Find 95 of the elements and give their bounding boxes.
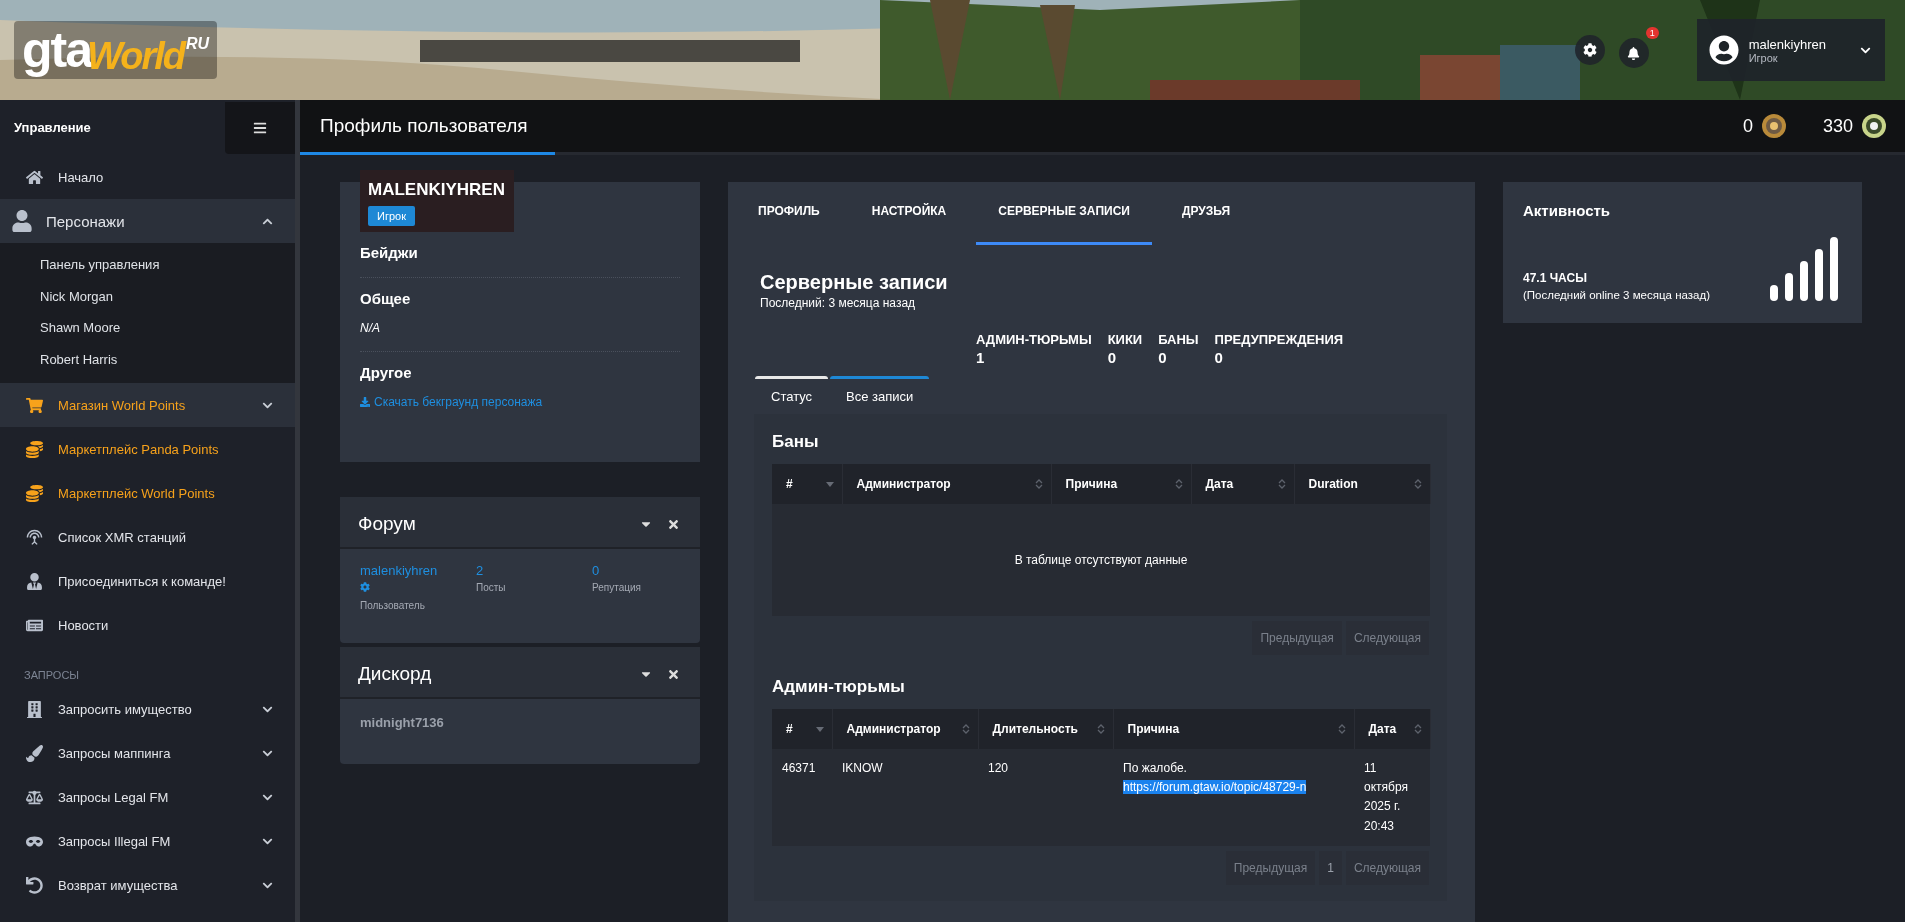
sidebar-subitem[interactable]: Nick Morgan xyxy=(0,280,295,312)
sort-icon xyxy=(1413,478,1422,490)
panda-coin-icon xyxy=(1861,113,1887,139)
pager-button[interactable]: Следующая xyxy=(1345,850,1429,885)
column-header[interactable]: # xyxy=(772,709,832,749)
table-title: Админ-тюрьмы xyxy=(772,676,906,698)
user-menu[interactable]: malenkiyhren Игрок xyxy=(1696,19,1885,81)
column-header[interactable]: # xyxy=(772,464,842,504)
user-icon xyxy=(12,210,32,232)
table-cell: 11 октября 2025 г. 20:43 xyxy=(1354,749,1430,846)
activity-hours: 47.1 ЧАСЫ xyxy=(1523,271,1588,285)
count-label: КИКИ xyxy=(1107,332,1143,347)
count-label: БАНЫ xyxy=(1158,332,1199,347)
records-title: Серверные записи xyxy=(760,271,949,294)
avatar-icon xyxy=(1708,35,1739,65)
balance-amount: 0 xyxy=(1742,115,1753,137)
sort-desc-icon xyxy=(825,481,834,487)
column-header[interactable]: Администратор xyxy=(842,464,1051,504)
role-tag: Игрок xyxy=(368,206,415,226)
undo-icon xyxy=(24,876,44,894)
widget-title: Форум xyxy=(358,513,417,535)
count-value: 0 xyxy=(1107,349,1117,366)
count-label: АДМИН-ТЮРЬМЫ xyxy=(976,332,1092,347)
sort-icon xyxy=(961,723,970,735)
gear-icon xyxy=(360,582,370,592)
section-title: Общее xyxy=(360,290,412,307)
section-title: Другое xyxy=(360,364,413,381)
section-heading: ЗАПРОСЫ xyxy=(23,668,81,683)
forum-user-link[interactable]: malenkiyhren xyxy=(360,563,476,578)
page-title: Профиль пользователя xyxy=(300,100,555,155)
tab[interactable]: СЕРВЕРНЫЕ ЗАПИСИ xyxy=(976,182,1152,245)
bell-icon xyxy=(1627,46,1641,60)
empty-message: В таблице отсутствуют данные xyxy=(772,504,1430,616)
table-title: Баны xyxy=(772,431,820,453)
pager-button[interactable]: Предыдущая xyxy=(1225,850,1316,885)
column-header[interactable]: Причина xyxy=(1051,464,1191,504)
activity-title: Активность xyxy=(1523,202,1612,219)
sidebar-subitem[interactable]: Robert Harris xyxy=(0,343,295,375)
profile-name: MALENKIYHREN xyxy=(368,180,506,200)
tab[interactable]: НАСТРОЙКА xyxy=(849,182,969,245)
balance-amount: 330 xyxy=(1822,115,1853,137)
count-value: 0 xyxy=(1158,349,1168,366)
table-cell: 120 xyxy=(978,749,1113,846)
section-title: Бейджи xyxy=(360,244,419,261)
stat-value: 2 xyxy=(476,563,485,578)
user-caption: Пользователь xyxy=(360,600,426,611)
column-header[interactable]: Дата xyxy=(1354,709,1430,749)
discord-name: midnight7136 xyxy=(359,714,445,732)
records-subtitle: Последний: 3 месяца назад xyxy=(760,296,917,310)
sort-icon xyxy=(1413,723,1422,735)
column-header[interactable]: Duration xyxy=(1294,464,1430,504)
home-icon xyxy=(24,168,44,186)
person-icon xyxy=(24,572,44,590)
tab[interactable]: ДРУЗЬЯ xyxy=(1159,182,1253,245)
table-cell: 46371 xyxy=(772,749,832,846)
pager-button[interactable]: Следующая xyxy=(1345,621,1429,655)
page-button[interactable]: 1 xyxy=(1319,850,1342,885)
building-icon xyxy=(24,700,44,718)
table-cell: IKNOW xyxy=(832,749,978,846)
sort-icon xyxy=(1034,478,1043,490)
menu-icon xyxy=(253,120,267,135)
column-header[interactable]: Причина xyxy=(1113,709,1354,749)
sidebar-item[interactable]: Магазин World Points xyxy=(0,383,295,427)
count-label: ПРЕДУПРЕЖДЕНИЯ xyxy=(1214,332,1344,347)
stat-value: 0 xyxy=(592,563,601,578)
sidebar-subitem[interactable]: Панель управления xyxy=(0,249,295,281)
close-icon xyxy=(667,667,680,681)
download-icon xyxy=(360,397,370,407)
column-header[interactable]: Длительность xyxy=(978,709,1113,749)
count-value: 0 xyxy=(1214,349,1224,366)
stat-label: Репутация xyxy=(592,582,642,593)
table-cell: По жалобе. https://forum.gtaw.io/topic/48729-n xyxy=(1113,749,1354,846)
sort-icon xyxy=(1174,478,1183,490)
sort-icon xyxy=(1277,478,1286,490)
download-link[interactable]: Скачать бекграунд персонажа xyxy=(360,395,543,409)
antenna-icon xyxy=(24,528,44,546)
sidebar-item[interactable]: Персонажи xyxy=(0,199,295,243)
stat-label: Посты xyxy=(476,582,507,593)
close-icon xyxy=(667,517,680,531)
section-value: N/A xyxy=(360,321,381,335)
medal-icon xyxy=(1760,113,1787,139)
sidebar-subitem[interactable]: Shawn Moore xyxy=(0,312,295,344)
sort-icon xyxy=(1096,723,1105,735)
scales-icon xyxy=(24,788,44,806)
column-header[interactable]: Дата xyxy=(1191,464,1294,504)
column-header[interactable]: Администратор xyxy=(832,709,978,749)
sort-icon xyxy=(1337,723,1346,735)
tab[interactable]: ПРОФИЛЬ xyxy=(736,182,842,245)
widget-title: Дискорд xyxy=(358,663,433,685)
sort-desc-icon xyxy=(815,726,824,732)
last-online: (Последний online 3 месяца назад) xyxy=(1523,289,1710,301)
sidebar-title: Управление xyxy=(14,120,91,135)
settings-icon xyxy=(1582,43,1597,57)
brush-icon xyxy=(24,744,44,762)
count-value: 1 xyxy=(976,349,986,366)
